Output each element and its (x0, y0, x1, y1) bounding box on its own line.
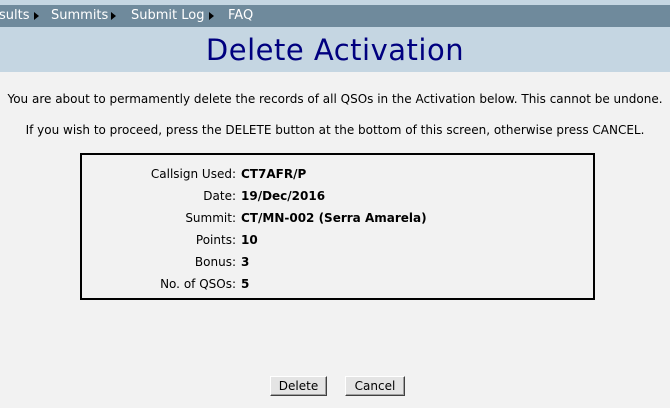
activation-details-box: Callsign Used: CT7AFR/P Date: 19/Dec/201… (80, 153, 595, 300)
cancel-button[interactable]: Cancel (345, 376, 405, 396)
qso-count-row: No. of QSOs: 5 (82, 274, 593, 294)
nav-arrow-icon (209, 12, 214, 20)
date-value: 19/Dec/2016 (241, 189, 326, 203)
qso-count-label: No. of QSOs: (160, 277, 236, 291)
date-label: Date: (203, 189, 236, 203)
callsign-label: Callsign Used: (150, 167, 236, 181)
delete-button[interactable]: Delete (270, 376, 327, 396)
points-row: Points: 10 (82, 230, 593, 250)
points-value: 10 (241, 233, 258, 247)
instruction-message: If you wish to proceed, press the DELETE… (25, 123, 645, 137)
nav-bar: sults Summits Submit Log FAQ (0, 5, 670, 27)
date-row: Date: 19/Dec/2016 (82, 186, 593, 206)
nav-item-faq[interactable]: FAQ (228, 5, 253, 27)
nav-arrow-icon (111, 12, 116, 20)
nav-item-submit-log[interactable]: Submit Log (131, 5, 204, 27)
page-title: Delete Activation (205, 33, 465, 67)
summit-label: Summit: (185, 211, 236, 225)
summit-row: Summit: CT/MN-002 (Serra Amarela) (82, 208, 593, 228)
nav-item-summits[interactable]: Summits (51, 5, 108, 27)
warning-message: You are about to permamently delete the … (7, 92, 663, 106)
nav-arrow-icon (34, 12, 39, 20)
bonus-value: 3 (241, 255, 250, 269)
qso-count-value: 5 (241, 277, 250, 291)
points-label: Points: (195, 233, 236, 247)
callsign-value: CT7AFR/P (241, 167, 307, 181)
nav-item-results[interactable]: sults (0, 5, 30, 27)
bonus-row: Bonus: 3 (82, 252, 593, 272)
bonus-label: Bonus: (194, 255, 236, 269)
summit-value: CT/MN-002 (Serra Amarela) (241, 211, 427, 225)
callsign-row: Callsign Used: CT7AFR/P (82, 164, 593, 184)
